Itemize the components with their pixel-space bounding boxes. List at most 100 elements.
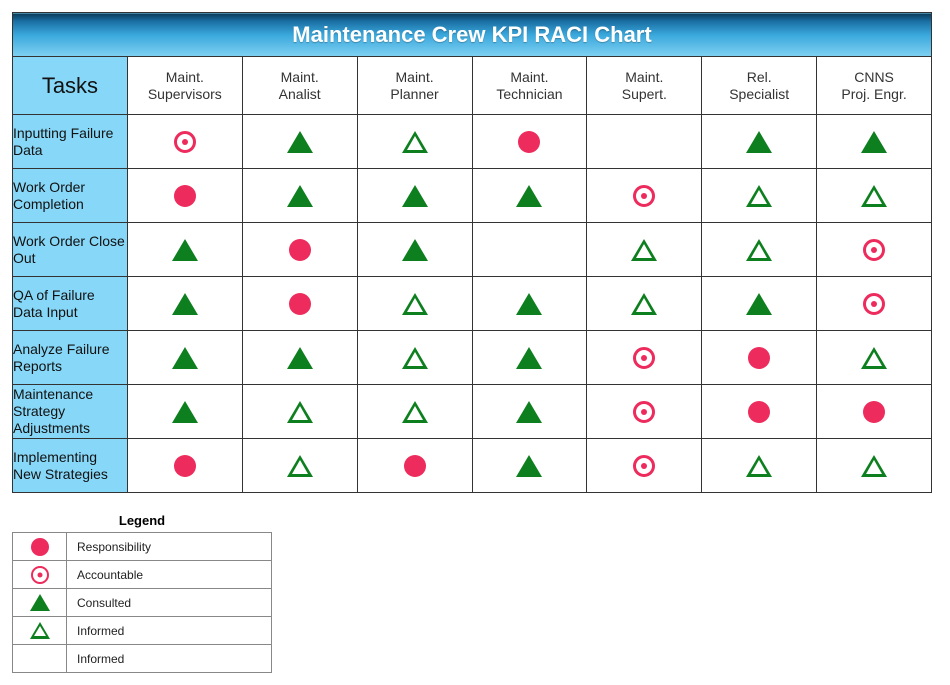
legend-label: Responsibility [67, 533, 272, 561]
raci-cell [587, 169, 702, 223]
raci-cell [817, 115, 932, 169]
consulted-icon [746, 131, 772, 153]
raci-cell [817, 277, 932, 331]
accountable-icon [633, 347, 655, 369]
raci-cell [472, 169, 587, 223]
legend-label: Consulted [67, 589, 272, 617]
raci-cell [472, 223, 587, 277]
raci-chart: Maintenance Crew KPI RACI Chart Tasks Ma… [12, 12, 932, 493]
raci-cell [357, 439, 472, 493]
header-row: Tasks Maint.SupervisorsMaint.AnalistMain… [13, 57, 932, 115]
raci-cell [127, 439, 242, 493]
informed-icon [861, 347, 887, 369]
accountable-icon [633, 185, 655, 207]
raci-cell [357, 223, 472, 277]
legend-table: ResponsibilityAccountableConsultedInform… [12, 532, 272, 673]
raci-cell [127, 331, 242, 385]
consulted-icon [861, 131, 887, 153]
consulted-icon [30, 594, 50, 611]
table-row: Analyze Failure Reports [13, 331, 932, 385]
table-row: Work Order Completion [13, 169, 932, 223]
accountable-icon [863, 293, 885, 315]
legend-row: Accountable [13, 561, 272, 589]
raci-cell [127, 223, 242, 277]
title-row: Maintenance Crew KPI RACI Chart [13, 13, 932, 57]
consulted-icon [402, 185, 428, 207]
task-label: Maintenance Strategy Adjustments [13, 385, 128, 439]
informed-icon [402, 293, 428, 315]
task-label: Implementing New Strategies [13, 439, 128, 493]
responsibility-icon [404, 455, 426, 477]
raci-cell [702, 385, 817, 439]
raci-table-head: Maintenance Crew KPI RACI Chart Tasks Ma… [13, 13, 932, 115]
raci-cell [702, 277, 817, 331]
consulted-icon [516, 347, 542, 369]
raci-cell [817, 385, 932, 439]
raci-cell [127, 115, 242, 169]
responsibility-icon [748, 401, 770, 423]
legend-icon-cell [13, 645, 67, 673]
legend-icon-cell [13, 617, 67, 645]
informed-icon [287, 455, 313, 477]
consulted-icon [172, 347, 198, 369]
role-header: Maint.Supervisors [127, 57, 242, 115]
informed-icon [30, 622, 50, 639]
consulted-icon [516, 455, 542, 477]
raci-cell [242, 331, 357, 385]
informed-icon [287, 401, 313, 423]
legend-label: Informed [67, 645, 272, 673]
raci-cell [242, 277, 357, 331]
consulted-icon [516, 185, 542, 207]
raci-cell [127, 169, 242, 223]
legend-body: ResponsibilityAccountableConsultedInform… [13, 533, 272, 673]
raci-cell [127, 277, 242, 331]
raci-cell [587, 115, 702, 169]
raci-cell [702, 169, 817, 223]
consulted-icon [287, 131, 313, 153]
role-header: Maint.Planner [357, 57, 472, 115]
informed-icon [861, 455, 887, 477]
raci-cell [817, 169, 932, 223]
task-label: QA of Failure Data Input [13, 277, 128, 331]
informed-icon [631, 239, 657, 261]
responsibility-icon [174, 185, 196, 207]
raci-cell [242, 439, 357, 493]
raci-cell [242, 115, 357, 169]
table-row: Implementing New Strategies [13, 439, 932, 493]
raci-cell [357, 115, 472, 169]
raci-cell [817, 331, 932, 385]
raci-cell [472, 385, 587, 439]
consulted-icon [516, 293, 542, 315]
raci-cell [242, 169, 357, 223]
responsibility-icon [289, 239, 311, 261]
legend-row: Consulted [13, 589, 272, 617]
table-row: QA of Failure Data Input [13, 277, 932, 331]
accountable-icon [633, 401, 655, 423]
legend: Legend ResponsibilityAccountableConsulte… [12, 511, 938, 673]
legend-label: Accountable [67, 561, 272, 589]
task-label: Analyze Failure Reports [13, 331, 128, 385]
task-label: Work Order Completion [13, 169, 128, 223]
legend-row: Informed [13, 645, 272, 673]
raci-cell [587, 385, 702, 439]
accountable-icon [633, 455, 655, 477]
consulted-icon [516, 401, 542, 423]
consulted-icon [287, 347, 313, 369]
legend-label: Informed [67, 617, 272, 645]
role-header: Maint.Analist [242, 57, 357, 115]
raci-cell [702, 223, 817, 277]
informed-icon [402, 401, 428, 423]
raci-cell [817, 223, 932, 277]
role-header: Maint.Supert. [587, 57, 702, 115]
raci-cell [242, 223, 357, 277]
raci-cell [472, 277, 587, 331]
consulted-icon [287, 185, 313, 207]
informed-icon [746, 239, 772, 261]
consulted-icon [172, 293, 198, 315]
raci-cell [702, 439, 817, 493]
informed-icon [746, 185, 772, 207]
raci-table: Maintenance Crew KPI RACI Chart Tasks Ma… [12, 12, 932, 493]
legend-icon-cell [13, 533, 67, 561]
legend-icon-cell [13, 589, 67, 617]
responsibility-icon [748, 347, 770, 369]
